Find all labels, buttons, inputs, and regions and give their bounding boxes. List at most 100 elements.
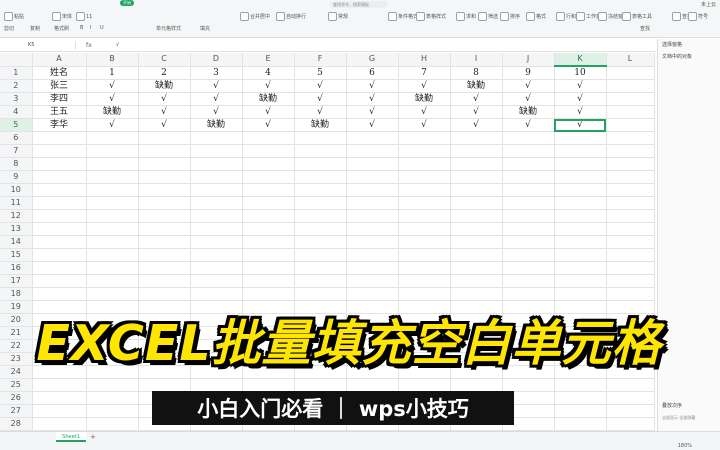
cell-i5[interactable]: √ — [450, 118, 503, 132]
ribbon-item-sort[interactable]: 排序 — [500, 12, 520, 21]
cell-g17[interactable] — [346, 274, 399, 288]
cell-e14[interactable] — [242, 235, 295, 249]
cell-g11[interactable] — [346, 196, 399, 210]
cell-l25[interactable] — [606, 378, 655, 392]
ribbon-small-item[interactable]: 查找 — [640, 25, 650, 32]
row-header[interactable]: 22 — [0, 339, 33, 353]
ribbon-small-item[interactable]: 单元格样式 — [156, 25, 181, 32]
cell-g8[interactable] — [346, 157, 399, 171]
cell-e12[interactable] — [242, 209, 295, 223]
ribbon-item-wrap[interactable]: 自动换行 — [276, 12, 306, 21]
cell-k11[interactable] — [554, 196, 607, 210]
cell-l15[interactable] — [606, 248, 655, 262]
ribbon-item-number-format[interactable]: 常规 — [328, 12, 348, 21]
cell-k6[interactable] — [554, 131, 607, 145]
cell-a8[interactable] — [32, 157, 87, 171]
cell-d12[interactable] — [190, 209, 243, 223]
cell-a28[interactable] — [32, 417, 87, 431]
cell-b13[interactable] — [86, 222, 139, 236]
cell-k14[interactable] — [554, 235, 607, 249]
row-header[interactable]: 17 — [0, 274, 33, 288]
row-header[interactable]: 18 — [0, 287, 33, 301]
cell-d5[interactable]: 缺勤 — [190, 118, 243, 132]
cell-d8[interactable] — [190, 157, 243, 171]
cell-j12[interactable] — [502, 209, 555, 223]
cell-e11[interactable] — [242, 196, 295, 210]
cell-h17[interactable] — [398, 274, 451, 288]
row-header[interactable]: 19 — [0, 300, 33, 314]
cell-l26[interactable] — [606, 391, 655, 405]
tab-home[interactable]: 开始 — [120, 0, 134, 6]
cell-l10[interactable] — [606, 183, 655, 197]
cell-b10[interactable] — [86, 183, 139, 197]
cell-k4[interactable]: √ — [554, 105, 607, 119]
ribbon-item-table-style[interactable]: 表格样式 — [416, 12, 446, 21]
cell-l2[interactable] — [606, 79, 655, 93]
cell-b4[interactable]: 缺勤 — [86, 105, 139, 119]
cell-f14[interactable] — [294, 235, 347, 249]
cell-c10[interactable] — [138, 183, 191, 197]
ribbon-small-item[interactable]: I — [90, 25, 91, 31]
cell-a10[interactable] — [32, 183, 87, 197]
cell-g5[interactable]: √ — [346, 118, 399, 132]
cell-l4[interactable] — [606, 105, 655, 119]
cell-d6[interactable] — [190, 131, 243, 145]
cell-h25[interactable] — [398, 378, 451, 392]
cell-k9[interactable] — [554, 170, 607, 184]
cell-i13[interactable] — [450, 222, 503, 236]
cell-b8[interactable] — [86, 157, 139, 171]
cell-c12[interactable] — [138, 209, 191, 223]
ribbon-small-item[interactable]: U — [100, 25, 104, 31]
cell-e13[interactable] — [242, 222, 295, 236]
cell-i12[interactable] — [450, 209, 503, 223]
row-header[interactable]: 21 — [0, 326, 33, 340]
row-header[interactable]: 24 — [0, 365, 33, 379]
cell-j16[interactable] — [502, 261, 555, 275]
ribbon-small-item[interactable]: B — [80, 25, 83, 31]
cell-b5[interactable]: √ — [86, 118, 139, 132]
cell-l5[interactable] — [606, 118, 655, 132]
column-header-h[interactable]: H — [398, 53, 451, 67]
cell-b6[interactable] — [86, 131, 139, 145]
cell-i25[interactable] — [450, 378, 503, 392]
column-header-i[interactable]: I — [450, 53, 503, 67]
cell-c17[interactable] — [138, 274, 191, 288]
cell-h1[interactable]: 7 — [398, 66, 451, 80]
column-header-d[interactable]: D — [190, 53, 243, 67]
cell-a13[interactable] — [32, 222, 87, 236]
cell-j1[interactable]: 9 — [502, 66, 555, 80]
cell-d9[interactable] — [190, 170, 243, 184]
ribbon-small-item[interactable]: 格式刷 — [54, 25, 69, 32]
cell-g10[interactable] — [346, 183, 399, 197]
cell-g14[interactable] — [346, 235, 399, 249]
ribbon-small-item[interactable]: 填充 — [200, 25, 210, 32]
cell-g3[interactable]: √ — [346, 92, 399, 106]
cell-k28[interactable] — [554, 417, 607, 431]
row-header[interactable]: 6 — [0, 131, 33, 145]
cell-b1[interactable]: 1 — [86, 66, 139, 80]
cell-a27[interactable] — [32, 404, 87, 418]
cell-k16[interactable] — [554, 261, 607, 275]
cell-g9[interactable] — [346, 170, 399, 184]
cell-b18[interactable] — [86, 287, 139, 301]
cell-h13[interactable] — [398, 222, 451, 236]
cell-f8[interactable] — [294, 157, 347, 171]
cell-g1[interactable]: 6 — [346, 66, 399, 80]
cell-g2[interactable]: √ — [346, 79, 399, 93]
cell-f13[interactable] — [294, 222, 347, 236]
cell-i14[interactable] — [450, 235, 503, 249]
cell-e17[interactable] — [242, 274, 295, 288]
cell-c9[interactable] — [138, 170, 191, 184]
cell-l6[interactable] — [606, 131, 655, 145]
cell-k25[interactable] — [554, 378, 607, 392]
cell-g6[interactable] — [346, 131, 399, 145]
ribbon-small-item[interactable]: 复制 — [30, 25, 40, 32]
cell-d15[interactable] — [190, 248, 243, 262]
cell-j11[interactable] — [502, 196, 555, 210]
ribbon-item-tools[interactable]: 表格工具 — [622, 12, 652, 21]
cell-h8[interactable] — [398, 157, 451, 171]
cell-a15[interactable] — [32, 248, 87, 262]
cell-i18[interactable] — [450, 287, 503, 301]
cell-j9[interactable] — [502, 170, 555, 184]
cell-b2[interactable]: √ — [86, 79, 139, 93]
